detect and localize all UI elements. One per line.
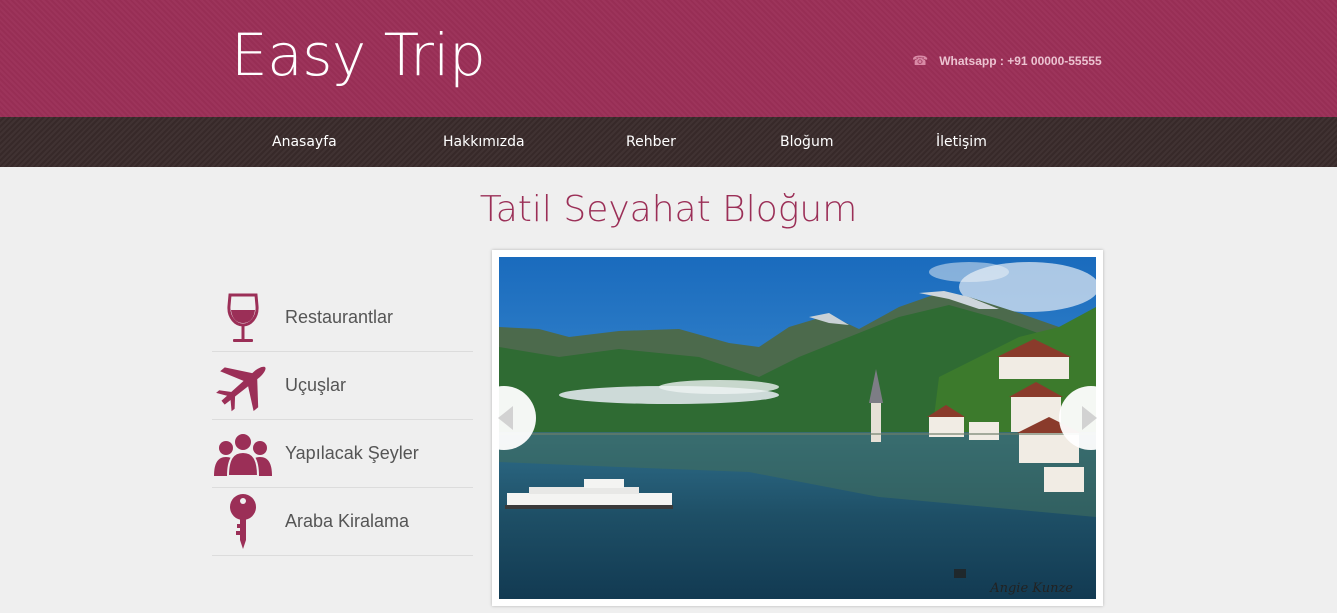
nav-item-blogum[interactable]: Bloğum (780, 117, 833, 167)
category-label: Yapılacak Şeyler (285, 443, 419, 463)
category-label: Restaurantlar (285, 307, 394, 327)
contact-info: ☎ Whatsapp : +91 00000-55555 (912, 52, 1102, 70)
site-logo[interactable]: Easy Trip (231, 20, 486, 90)
page-title: Tatil Seyahat Bloğum (479, 189, 858, 230)
photo-credit: Angie Kunze (990, 581, 1073, 596)
category-list: Restaurantlar Uçuşlar Yapılacak Şeyler A… (212, 284, 473, 556)
people-icon (212, 424, 274, 484)
phone-icon: ☎ (912, 53, 929, 68)
nav-item-rehber[interactable]: Rehber (626, 117, 676, 167)
chevron-right-icon (1082, 406, 1097, 430)
hallstatt-lake-photo (499, 257, 1096, 599)
image-slider: Angie Kunze (492, 250, 1103, 606)
airplane-icon (212, 356, 274, 416)
wine-glass-icon (212, 288, 274, 348)
category-car-rental[interactable]: Araba Kiralama (212, 488, 473, 556)
site-header: Easy Trip ☎ Whatsapp : +91 00000-55555 (0, 0, 1337, 117)
category-label: Uçuşlar (285, 375, 347, 395)
chevron-left-icon (498, 406, 513, 430)
main-nav: Anasayfa Hakkımızda Rehber Bloğum İletiş… (0, 117, 1337, 167)
category-restaurants[interactable]: Restaurantlar (212, 284, 473, 352)
nav-item-hakkimizda[interactable]: Hakkımızda (443, 117, 525, 167)
category-label: Araba Kiralama (285, 511, 410, 531)
nav-item-anasayfa[interactable]: Anasayfa (272, 117, 337, 167)
category-flights[interactable]: Uçuşlar (212, 352, 473, 420)
whatsapp-number: Whatsapp : +91 00000-55555 (939, 54, 1102, 68)
nav-item-iletisim[interactable]: İletişim (936, 117, 987, 167)
category-things-to-do[interactable]: Yapılacak Şeyler (212, 420, 473, 488)
key-icon (212, 492, 274, 552)
